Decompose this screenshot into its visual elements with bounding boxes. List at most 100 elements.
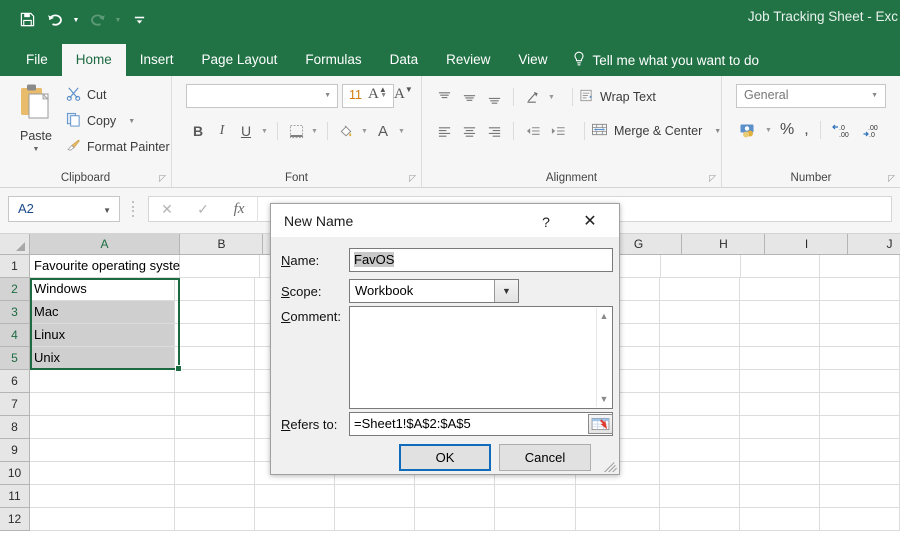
cell-A9[interactable]: [30, 439, 175, 462]
tab-review[interactable]: Review: [432, 44, 504, 76]
cell-B7[interactable]: [174, 393, 255, 416]
font-name-input[interactable]: ▼: [186, 84, 338, 108]
scroll-down-icon[interactable]: ▼: [600, 394, 609, 404]
cell-F11[interactable]: [495, 485, 576, 508]
cell-A11[interactable]: [30, 485, 175, 508]
paste-dropdown-icon[interactable]: ▼: [33, 146, 40, 153]
selection-fill-handle[interactable]: [175, 365, 182, 372]
column-header-I[interactable]: I: [766, 234, 848, 254]
cell-B8[interactable]: [174, 416, 255, 439]
ok-button[interactable]: OK: [399, 444, 491, 471]
cell-B3[interactable]: [174, 301, 255, 324]
row-header-2[interactable]: 2: [0, 278, 30, 301]
cell-B11[interactable]: [174, 485, 255, 508]
name-box[interactable]: A2 ▼: [8, 196, 120, 222]
number-dialog-launcher-icon[interactable]: ◸: [888, 174, 895, 183]
cell-H9[interactable]: [659, 439, 740, 462]
row-header-10[interactable]: 10: [0, 462, 30, 485]
row-header-9[interactable]: 9: [0, 439, 30, 462]
font-color-icon[interactable]: A: [371, 119, 395, 143]
help-icon[interactable]: ?: [533, 211, 559, 233]
row-header-6[interactable]: 6: [0, 370, 30, 393]
column-header-B[interactable]: B: [181, 234, 263, 254]
cell-J1[interactable]: [820, 255, 900, 278]
cell-I12[interactable]: [739, 508, 820, 531]
cell-A8[interactable]: [30, 416, 175, 439]
row-header-4[interactable]: 4: [0, 324, 30, 347]
fill-color-icon[interactable]: [334, 119, 358, 143]
cell-B2[interactable]: [174, 278, 255, 301]
cell-I6[interactable]: [739, 370, 820, 393]
percent-style-button[interactable]: %: [775, 117, 799, 143]
increase-decimal-icon[interactable]: .0 .00: [827, 117, 857, 143]
cell-E12[interactable]: [415, 508, 496, 531]
cell-B12[interactable]: [174, 508, 255, 531]
cell-H5[interactable]: [659, 347, 740, 370]
cell-I2[interactable]: [739, 278, 820, 301]
number-format-select[interactable]: General ▼: [736, 84, 886, 108]
cell-A4[interactable]: Linux: [30, 324, 175, 347]
column-header-J[interactable]: J: [849, 234, 900, 254]
tab-formulas[interactable]: Formulas: [291, 44, 375, 76]
cell-B1[interactable]: [180, 255, 260, 278]
cell-I7[interactable]: [739, 393, 820, 416]
cell-F12[interactable]: [495, 508, 576, 531]
cell-I1[interactable]: [740, 255, 821, 278]
increase-indent-icon[interactable]: [545, 119, 570, 143]
orientation-dropdown-icon[interactable]: ▼: [545, 85, 558, 109]
cell-A2[interactable]: Windows: [30, 278, 175, 301]
cell-A12[interactable]: [30, 508, 175, 531]
merge-center-dropdown-icon[interactable]: ▼: [714, 128, 721, 135]
font-color-dropdown-icon[interactable]: ▼: [395, 119, 408, 143]
tab-data[interactable]: Data: [376, 44, 433, 76]
cell-B5[interactable]: [174, 347, 255, 370]
cell-B9[interactable]: [174, 439, 255, 462]
cell-A5[interactable]: Unix: [30, 347, 175, 370]
align-top-icon[interactable]: [432, 85, 457, 109]
merge-center-button[interactable]: Merge & Center ▼: [591, 119, 721, 143]
underline-dropdown-icon[interactable]: ▼: [258, 119, 271, 143]
borders-icon[interactable]: [284, 119, 308, 143]
cell-I4[interactable]: [739, 324, 820, 347]
cell-I11[interactable]: [739, 485, 820, 508]
cell-J3[interactable]: [819, 301, 900, 324]
accounting-format-dropdown-icon[interactable]: ▼: [762, 118, 775, 142]
italic-button[interactable]: I: [210, 119, 234, 143]
alignment-dialog-launcher-icon[interactable]: ◸: [709, 174, 716, 183]
bold-button[interactable]: B: [186, 119, 210, 143]
paste-button[interactable]: Paste ▼: [8, 82, 64, 160]
cell-H3[interactable]: [659, 301, 740, 324]
cell-H11[interactable]: [659, 485, 740, 508]
tab-view[interactable]: View: [504, 44, 561, 76]
wrap-text-button[interactable]: Wrap Text: [579, 85, 656, 109]
cell-J6[interactable]: [819, 370, 900, 393]
cell-H7[interactable]: [659, 393, 740, 416]
underline-button[interactable]: U: [234, 119, 258, 143]
clipboard-dialog-launcher-icon[interactable]: ◸: [159, 174, 166, 183]
cell-H2[interactable]: [659, 278, 740, 301]
tab-home[interactable]: Home: [61, 44, 126, 76]
align-middle-icon[interactable]: [457, 85, 482, 109]
row-header-3[interactable]: 3: [0, 301, 30, 324]
scope-select[interactable]: Workbook ▼: [349, 279, 519, 303]
align-left-icon[interactable]: [432, 119, 457, 143]
cell-B6[interactable]: [174, 370, 255, 393]
insert-function-icon[interactable]: fx: [221, 201, 257, 218]
comma-style-button[interactable]: ,: [799, 117, 813, 143]
number-format-dropdown-icon[interactable]: ▼: [871, 92, 878, 99]
copy-dropdown-icon[interactable]: ▼: [128, 118, 135, 125]
cell-D12[interactable]: [335, 508, 416, 531]
cell-I5[interactable]: [739, 347, 820, 370]
cell-I9[interactable]: [739, 439, 820, 462]
cell-J8[interactable]: [819, 416, 900, 439]
row-header-8[interactable]: 8: [0, 416, 30, 439]
cell-G12[interactable]: [575, 508, 660, 531]
column-header-A[interactable]: A: [30, 234, 180, 254]
cell-J11[interactable]: [819, 485, 900, 508]
orientation-icon[interactable]: [520, 85, 545, 109]
increase-font-size-icon[interactable]: A▲: [368, 85, 387, 103]
row-header-11[interactable]: 11: [0, 485, 30, 508]
tab-insert[interactable]: Insert: [126, 44, 188, 76]
comment-textarea[interactable]: ▲ ▼: [349, 306, 613, 409]
cell-H10[interactable]: [659, 462, 740, 485]
